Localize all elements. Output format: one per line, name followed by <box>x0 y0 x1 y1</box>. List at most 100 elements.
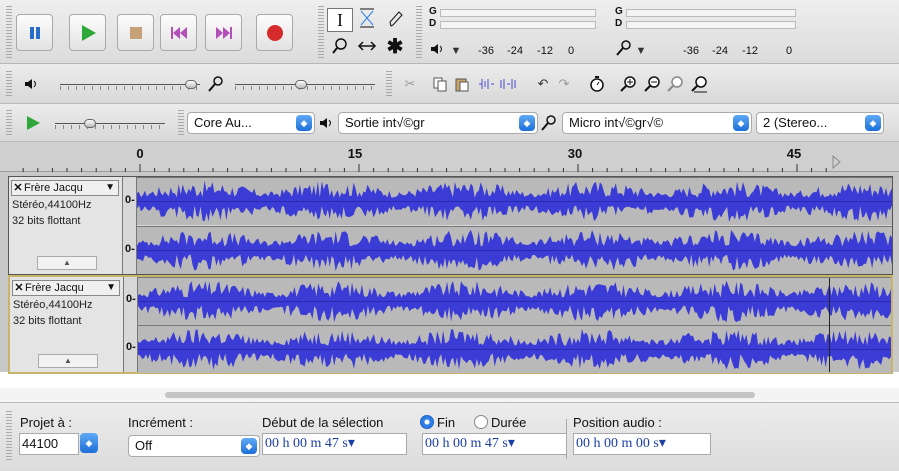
triangle-up-icon: ▲ <box>63 258 71 267</box>
fit-selection-button[interactable] <box>664 73 686 95</box>
play-at-speed-button[interactable] <box>22 112 44 134</box>
waveform-channel-right[interactable] <box>137 226 892 274</box>
input-channels-select[interactable]: 2 (Stereo... ◆ <box>756 112 884 134</box>
end-radio[interactable]: Fin <box>420 415 455 430</box>
tracks-area[interactable]: ✕Frère Jacqu ▼ Stéréo,44100Hz 32 bits fl… <box>0 172 899 374</box>
stop-button[interactable] <box>117 14 154 51</box>
scrollbar-thumb[interactable] <box>165 392 755 398</box>
selection-start-time[interactable]: 00 h 00 m 47 s▾ <box>262 433 407 455</box>
zoom-out-button[interactable] <box>641 73 663 95</box>
time-shift-tool-button[interactable] <box>354 34 380 58</box>
close-icon[interactable]: ✕ <box>13 281 25 295</box>
project-rate-input[interactable]: 44100 <box>19 433 79 455</box>
envelope-tool-button[interactable] <box>354 6 380 30</box>
audio-host-value: Core Au... <box>194 115 252 130</box>
toolbar-grip[interactable] <box>6 110 12 136</box>
track-vertical-scale[interactable]: 0- 0- <box>123 177 137 274</box>
chevron-updown-icon: ◆ <box>865 115 881 131</box>
pause-button[interactable] <box>16 14 53 51</box>
chevron-updown-icon: ◆ <box>241 438 257 454</box>
toolbar-grip[interactable] <box>6 411 12 461</box>
zoom-tool-button[interactable] <box>327 34 353 58</box>
waveform <box>138 329 891 370</box>
project-rate-stepper[interactable]: ◆ <box>80 433 98 453</box>
speaker-icon <box>315 112 337 134</box>
playback-meter-right[interactable] <box>440 21 596 29</box>
timeline-ruler[interactable]: 0 15 30 45 <box>0 142 899 172</box>
playback-volume-slider[interactable] <box>185 80 197 89</box>
waveform-channel-left[interactable] <box>138 277 891 325</box>
length-radio[interactable]: Durée <box>474 415 526 430</box>
track-control-panel[interactable]: ✕Frère Jacqu ▼ Stéréo,44100Hz 32 bits fl… <box>10 277 124 372</box>
recording-volume-slider[interactable] <box>295 80 307 89</box>
playback-meter-menu[interactable]: ▼ <box>445 40 467 62</box>
waveform-channel-left[interactable] <box>137 177 892 225</box>
horizontal-scrollbar[interactable] <box>0 388 899 402</box>
recording-meter-menu[interactable]: ▼ <box>630 40 652 62</box>
magnifier-icon <box>332 38 347 54</box>
collapse-track-button[interactable]: ▲ <box>38 354 98 368</box>
toolbar-grip[interactable] <box>178 110 184 136</box>
record-button[interactable] <box>256 14 293 51</box>
play-button[interactable] <box>69 14 106 51</box>
audio-position-time[interactable]: 00 h 00 m 00 s▾ <box>573 433 711 455</box>
waveform-channel-right[interactable] <box>138 325 891 373</box>
ruler-label: 15 <box>347 146 363 161</box>
draw-tool-button[interactable] <box>382 7 408 31</box>
selection-start-label: Début de la sélection <box>262 415 384 430</box>
close-icon[interactable]: ✕ <box>12 181 24 195</box>
toolbar-grip[interactable] <box>386 71 392 97</box>
selection-toolbar: Projet à : 44100 ◆ Incrément : Off ◆ Déb… <box>0 402 899 471</box>
playback-meter-left[interactable] <box>440 9 596 17</box>
trim-button[interactable] <box>475 73 497 95</box>
skip-to-end-button[interactable] <box>205 14 242 51</box>
toolbar-grip[interactable] <box>6 71 12 97</box>
selection-tool-button[interactable]: I <box>327 8 353 32</box>
output-device-select[interactable]: Sortie int√©gr ◆ <box>338 112 538 134</box>
silence-button[interactable] <box>497 73 519 95</box>
speed-slider[interactable] <box>84 119 96 128</box>
recording-meter-right[interactable] <box>626 21 796 29</box>
input-device-select[interactable]: Micro int√©gr√© ◆ <box>562 112 752 134</box>
paste-button[interactable] <box>451 73 473 95</box>
copy-button[interactable] <box>429 73 451 95</box>
zero-label: 0- <box>125 194 135 206</box>
fit-project-button[interactable] <box>688 73 710 95</box>
ruler-ticks <box>22 154 841 172</box>
ruler-label: 30 <box>567 146 583 161</box>
skip-to-start-button[interactable] <box>160 14 197 51</box>
toolbar-grip[interactable] <box>318 6 324 58</box>
toolbar-grip[interactable] <box>6 6 12 58</box>
zoom-in-button[interactable] <box>617 73 639 95</box>
radio-unselected-icon <box>474 415 488 429</box>
output-device-value: Sortie int√©gr <box>345 115 425 130</box>
sync-lock-button[interactable] <box>586 73 608 95</box>
track-name-menu[interactable]: ✕Frère Jacqu ▼ <box>11 180 119 196</box>
ruler-label: 45 <box>786 146 802 161</box>
audio-position-label: Position audio : <box>573 415 662 430</box>
audio-track-selected[interactable]: ✕Frère Jacqu ▼ Stéréo,44100Hz 32 bits fl… <box>8 275 893 374</box>
snap-select[interactable]: Off ◆ <box>128 435 260 457</box>
track-vertical-scale[interactable]: 0- 0- <box>124 277 138 372</box>
device-toolbar: Core Au... ◆ Sortie int√©gr ◆ Micro int√… <box>0 104 899 142</box>
multi-tool-button[interactable]: ✱ <box>382 34 408 58</box>
undo-icon: ↶ <box>537 76 549 91</box>
zero-label: 0- <box>126 293 136 305</box>
track-control-panel[interactable]: ✕Frère Jacqu ▼ Stéréo,44100Hz 32 bits fl… <box>9 177 123 274</box>
audio-host-select[interactable]: Core Au... ◆ <box>187 112 315 134</box>
play-head-marker <box>832 154 841 170</box>
ruler-label: 0 <box>136 146 144 161</box>
redo-button[interactable]: ↷ <box>553 73 575 95</box>
undo-button[interactable]: ↶ <box>532 73 554 95</box>
collapse-track-button[interactable]: ▲ <box>37 256 97 270</box>
envelope-icon <box>360 8 374 28</box>
toolbar-grip[interactable] <box>416 6 422 58</box>
scissors-icon: ✂ <box>404 76 416 91</box>
audio-track[interactable]: ✕Frère Jacqu ▼ Stéréo,44100Hz 32 bits fl… <box>8 176 893 275</box>
cut-button[interactable]: ✂ <box>399 73 421 95</box>
stopwatch-icon <box>590 76 604 92</box>
selection-end-time[interactable]: 00 h 00 m 47 s▾ <box>422 433 567 455</box>
paste-icon <box>455 78 469 92</box>
recording-meter-left[interactable] <box>626 9 796 17</box>
track-name-menu[interactable]: ✕Frère Jacqu ▼ <box>12 280 120 296</box>
